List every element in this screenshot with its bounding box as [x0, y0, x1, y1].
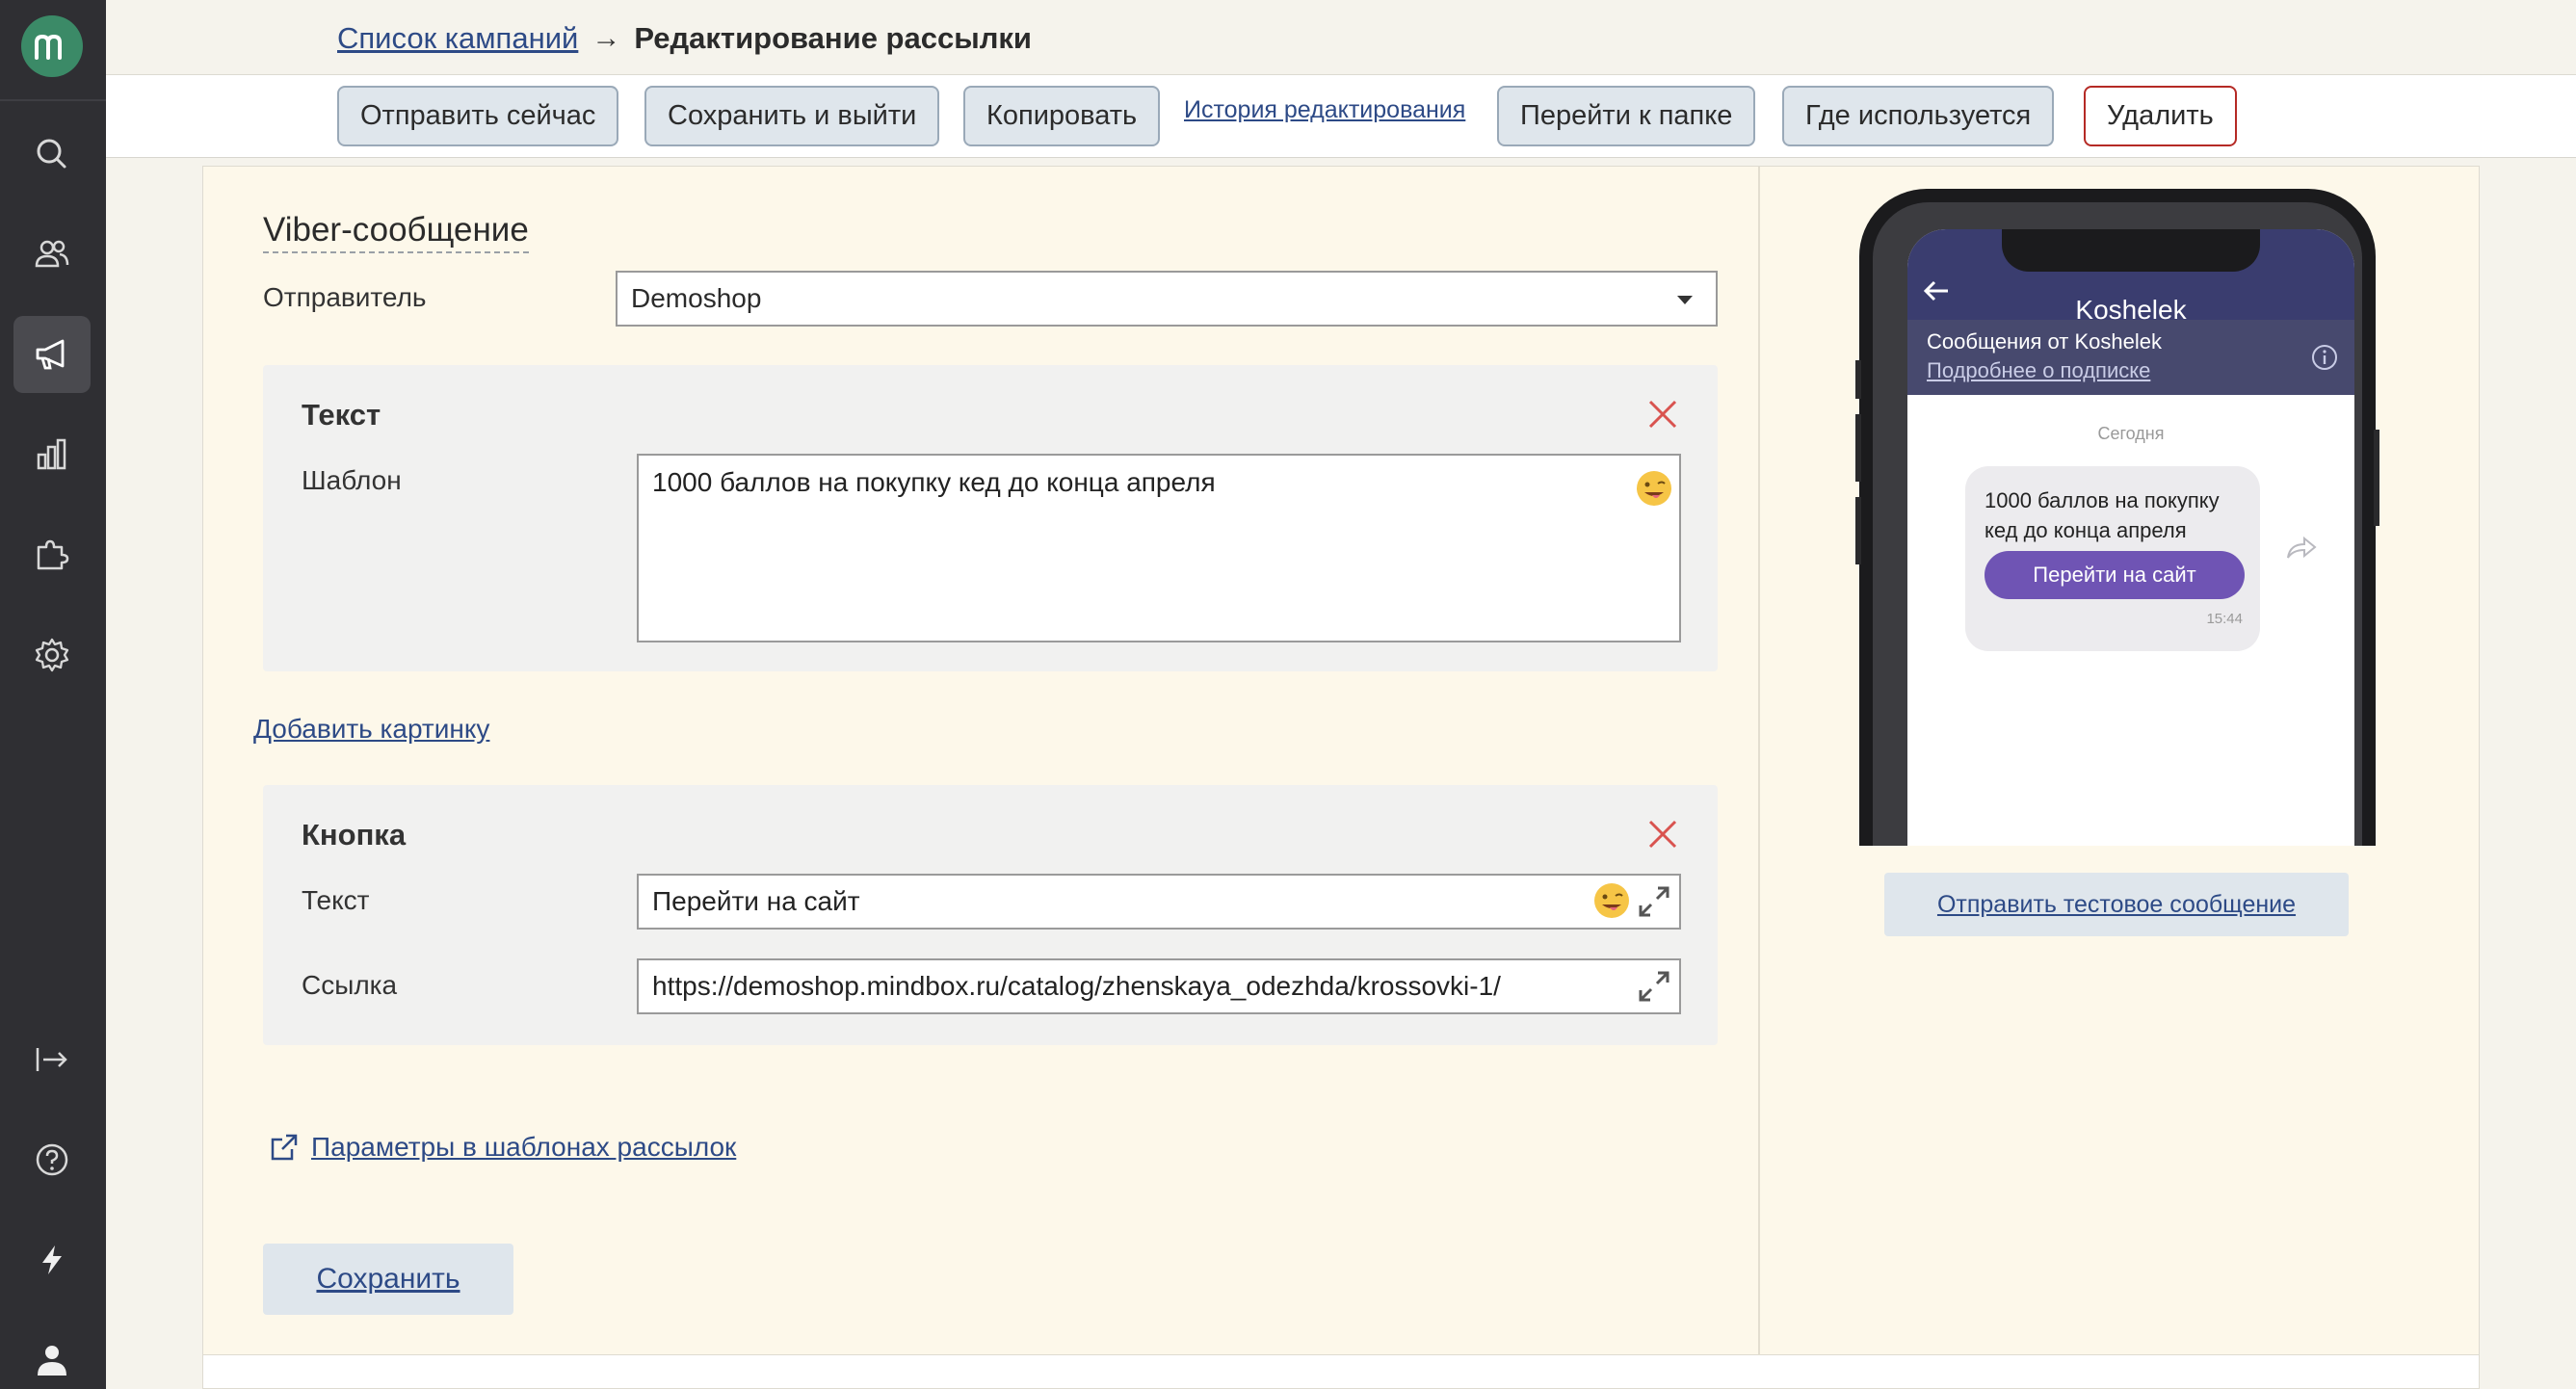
text-block: Текст Шаблон 1000 баллов на покупку кед … — [263, 365, 1718, 671]
users-icon — [35, 240, 69, 268]
panel-divider — [1758, 167, 1760, 1356]
share-icon — [2287, 536, 2317, 559]
button-block-title: Кнопка — [302, 818, 407, 852]
breadcrumb-campaigns-link[interactable]: Список кампаний — [337, 21, 578, 56]
where-used-button[interactable]: Где используется — [1782, 86, 2055, 146]
nav-campaigns[interactable] — [13, 316, 91, 393]
nav-profile[interactable] — [13, 1322, 91, 1389]
expand-icon[interactable] — [1637, 969, 1671, 1004]
sender-label: Отправитель — [263, 282, 427, 312]
message-time: 15:44 — [2206, 611, 2243, 627]
template-textarea[interactable]: 1000 баллов на покупку кед до конца апре… — [637, 454, 1681, 642]
section-title[interactable]: Viber-сообщение — [263, 211, 529, 253]
phone-side-button — [2374, 430, 2379, 526]
breadcrumb: Список кампаний → Редактирование рассылк… — [337, 21, 1032, 56]
header: Список кампаний → Редактирование рассылк… — [106, 0, 2576, 75]
button-link-value: https://demoshop.mindbox.ru/catalog/zhen… — [652, 971, 1501, 1001]
nav-search[interactable] — [13, 116, 91, 193]
emoji-icon[interactable] — [1635, 469, 1673, 508]
message-text: 1000 баллов на покупку кед до конца апре… — [1985, 488, 2220, 542]
nav-logout[interactable] — [13, 1021, 91, 1098]
nav-updates[interactable] — [13, 1221, 91, 1298]
save-button-label: Сохранить — [316, 1263, 460, 1295]
expand-icon[interactable] — [1637, 884, 1671, 919]
go-to-folder-button[interactable]: Перейти к папке — [1497, 86, 1756, 146]
bar-chart-icon — [37, 438, 66, 470]
send-test-message-label: Отправить тестовое сообщение — [1936, 890, 2297, 918]
emoji-icon[interactable] — [1592, 881, 1631, 920]
subscription-link: Подробнее о подписке — [1927, 358, 2151, 382]
nav-analytics[interactable] — [13, 416, 91, 493]
page-title: Редактирование рассылки — [634, 21, 1032, 55]
exit-arrow-icon — [36, 1048, 67, 1071]
subscription-text: Сообщения от Koshelek — [1927, 329, 2162, 354]
search-icon — [37, 139, 66, 169]
button-text-value: Перейти на сайт — [652, 886, 860, 916]
puzzle-icon — [37, 539, 69, 570]
sidebar — [0, 0, 106, 1389]
date-separator: Сегодня — [2097, 424, 2165, 443]
copy-button[interactable]: Копировать — [963, 86, 1161, 146]
phone-bezel: Koshelek Сообщения от Koshelek Подробнее… — [1873, 202, 2362, 846]
mindbox-logo[interactable] — [21, 15, 83, 77]
nav-help[interactable] — [13, 1121, 91, 1198]
sender-select-value: Demoshop — [631, 283, 762, 313]
megaphone-icon — [36, 339, 65, 370]
logo-m-icon — [35, 34, 62, 60]
nav-integrations[interactable] — [13, 516, 91, 593]
message-bubble: 1000 баллов на покупку кед до конца апре… — [1965, 466, 2260, 651]
close-icon[interactable] — [1646, 818, 1679, 851]
text-block-title: Текст — [302, 398, 381, 432]
close-icon[interactable] — [1646, 398, 1679, 431]
save-and-exit-button[interactable]: Сохранить и выйти — [644, 86, 940, 146]
phone-notch — [2002, 229, 2260, 272]
template-params-link[interactable]: Параметры в шаблонах рассылок — [269, 1132, 736, 1163]
lightning-icon — [42, 1245, 62, 1274]
add-image-link[interactable]: Добавить картинку — [253, 714, 489, 745]
button-block: Кнопка Текст Перейти на сайт Ссылка http… — [263, 785, 1718, 1045]
info-icon — [2312, 345, 2337, 370]
send-test-message-button[interactable]: Отправить тестовое сообщение — [1884, 873, 2349, 936]
subscription-bar: Сообщения от Koshelek Подробнее о подпис… — [1907, 320, 2354, 395]
phone-side-button — [1855, 360, 1861, 399]
panel-footer — [202, 1355, 2480, 1389]
nav-customers[interactable] — [13, 216, 91, 293]
button-text-label: Текст — [302, 885, 370, 915]
button-link-input[interactable]: https://demoshop.mindbox.ru/catalog/zhen… — [637, 958, 1681, 1014]
message-cta-button: Перейти на сайт — [1985, 551, 2245, 599]
send-now-button[interactable]: Отправить сейчас — [337, 86, 619, 146]
external-link-icon — [271, 1134, 298, 1161]
template-label: Шаблон — [302, 465, 402, 495]
phone-preview: Koshelek Сообщения от Koshelek Подробнее… — [1859, 189, 2376, 846]
user-icon — [38, 1346, 66, 1376]
template-params-label: Параметры в шаблонах рассылок — [311, 1132, 737, 1162]
sender-select[interactable]: Demoshop — [616, 271, 1718, 327]
chevron-down-icon — [1677, 296, 1693, 304]
save-button[interactable]: Сохранить — [263, 1244, 513, 1315]
phone-side-button — [1855, 414, 1861, 482]
gear-icon — [35, 638, 69, 672]
breadcrumb-arrow: → — [591, 22, 621, 54]
nav-settings[interactable] — [13, 616, 91, 694]
viber-header: Koshelek — [1907, 229, 2354, 325]
button-link-label: Ссылка — [302, 970, 398, 1000]
phone-side-button — [1855, 497, 1861, 564]
help-icon — [36, 1143, 68, 1176]
edit-history-link[interactable]: История редактирования — [1184, 96, 1465, 124]
phone-screen: Koshelek Сообщения от Koshelek Подробнее… — [1907, 229, 2354, 846]
delete-button[interactable]: Удалить — [2084, 86, 2237, 146]
sidebar-divider — [0, 99, 106, 101]
button-text-input[interactable]: Перейти на сайт — [637, 874, 1681, 930]
